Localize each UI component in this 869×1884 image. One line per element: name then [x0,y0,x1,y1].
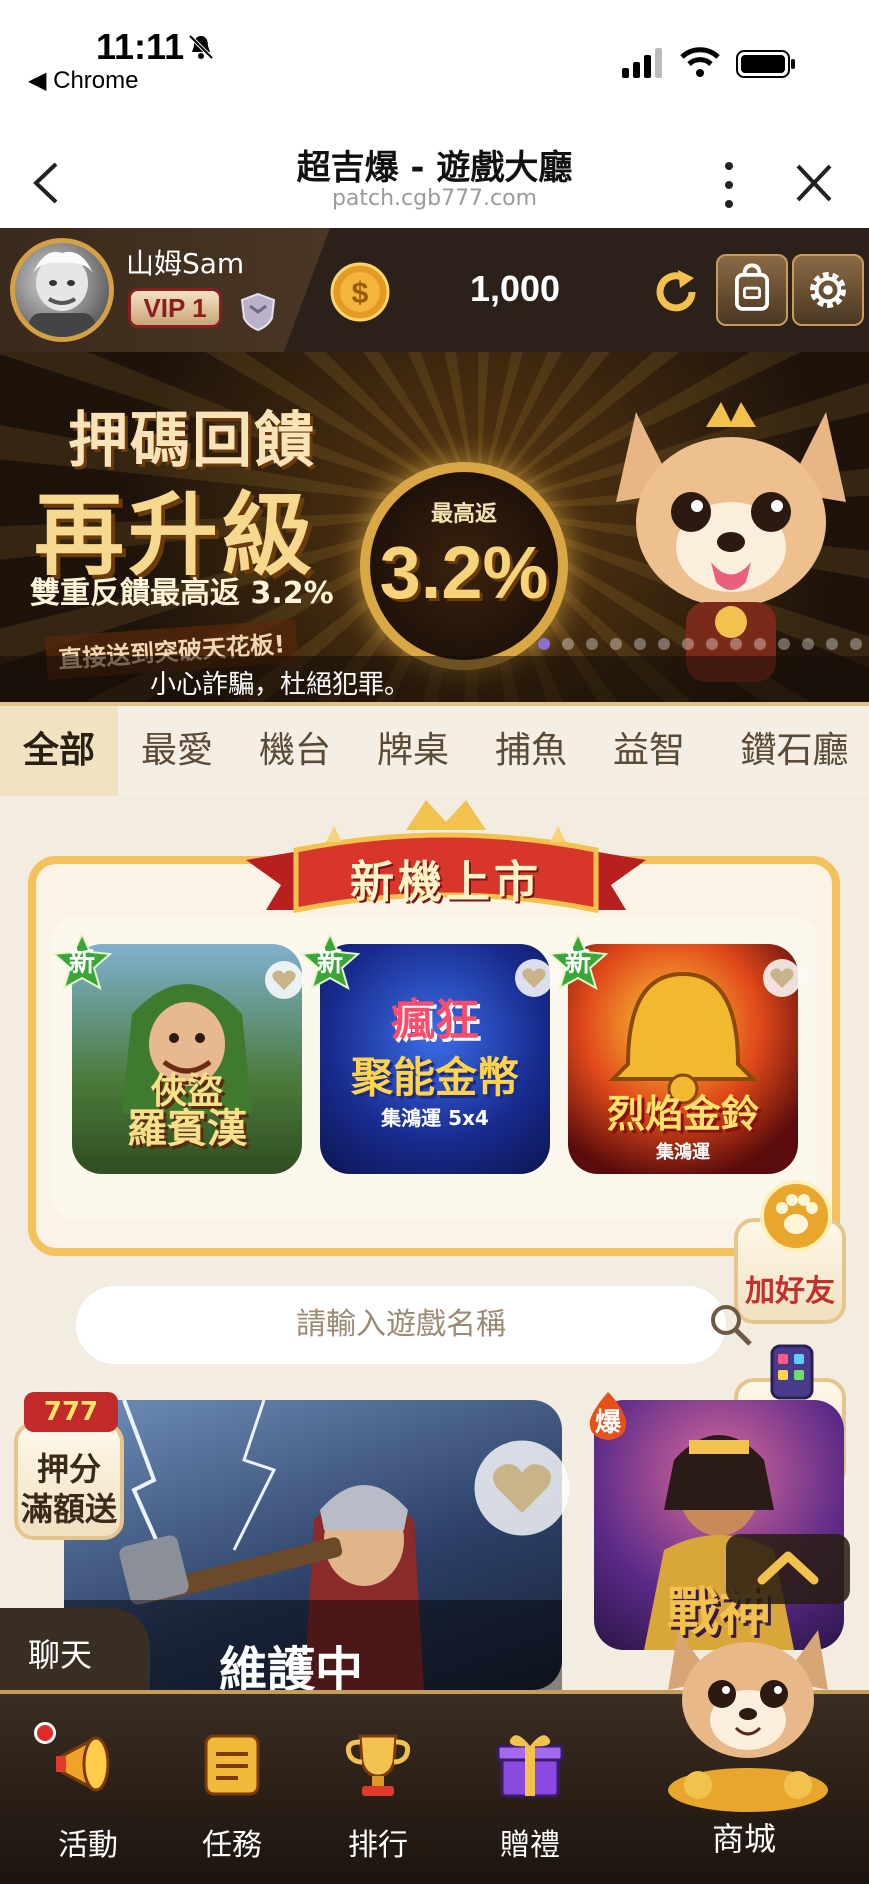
nav-ranking-label: 排行 [348,1828,408,1863]
player-top-bar: 山姆Sam VIP 1 $ 1,000 [0,228,869,352]
nav-shop-label[interactable]: 商城 [684,1814,804,1860]
signal-icon [622,48,662,78]
username: 山姆Sam [126,247,245,280]
back-to-app-link[interactable]: ◀ Chrome [28,66,138,95]
task-scroll-icon [204,1734,260,1796]
bet-bonus-777: 777 [24,1392,118,1432]
svg-text:$: $ [352,277,369,310]
favorite-heart-icon[interactable] [762,958,802,998]
game-card-crazy-coins-title-2: 聚能金幣 [350,1053,519,1102]
game-card-robin-hood-title-2: 羅賓漢 [127,1106,247,1152]
game-card-flame-bell-sub: 集鴻運 [656,1142,710,1163]
close-icon[interactable] [794,160,834,206]
nav-gifts-label: 贈禮 [500,1828,560,1863]
coin-balance: 1,000 [469,268,561,309]
nav-tasks-label: 任務 [202,1828,262,1863]
banner-pagination[interactable] [538,638,869,650]
tab-diamond-hall[interactable]: 鑽石廳 [720,706,869,796]
shield-icon[interactable] [240,292,276,332]
tab-puzzle[interactable]: 益智 [590,706,708,796]
search-icon[interactable] [706,1300,754,1348]
tab-tables[interactable]: 牌桌 [354,706,472,796]
new-tag-1-label: 新 [68,948,95,978]
search-placeholder: 請輸入遊戲名稱 [296,1307,506,1342]
favorite-heart-icon[interactable] [472,1438,572,1538]
battery-icon [736,50,795,78]
category-tabs: 全部 最愛 機台 牌桌 捕魚 益智 鑽石廳 [0,702,869,796]
bet-bonus-button[interactable]: 777 押分 滿額送 [14,1392,124,1540]
new-tag-1: 新 [51,931,113,992]
game-card-crazy-coins-sub: 集鴻運 5x4 [381,1106,489,1130]
more-menu-icon[interactable] [714,156,744,214]
search-input[interactable]: 請輸入遊戲名稱 [76,1286,726,1364]
refresh-icon[interactable] [652,268,700,316]
gear-icon [810,272,846,308]
hot-tag-label: 爆 [594,1408,621,1438]
favorite-heart-icon[interactable] [264,960,304,1000]
announcement-text: 小心詐騙，杜絕犯罪。 [150,670,411,700]
banner-subline: 雙重反饋最高返 3.2% [30,576,334,611]
promo-banner[interactable]: 押碼回饋 再升級 雙重反饋最高返 3.2% 直接送到突破天花板! 最高返 3.2… [0,352,869,702]
backpack-icon [735,263,769,311]
rebate-badge-value: 3.2% [379,531,549,614]
new-tag-2: 新 [299,931,361,992]
new-games-title: 新機上市 [350,857,542,908]
rebate-badge-label: 最高返 [430,502,497,527]
nav-gifts[interactable]: 贈禮 [470,1724,590,1874]
nav-events[interactable]: 活動 [28,1724,148,1874]
scroll-to-top-button[interactable] [726,1534,850,1604]
tab-all[interactable]: 全部 [0,706,118,796]
settings-button[interactable] [792,254,864,326]
game-card-flame-bell-title: 烈焰金鈴 [606,1092,759,1136]
nav-events-label: 活動 [58,1828,118,1863]
nav-tasks[interactable]: 任務 [172,1724,292,1874]
announcement-marquee: 小心詐騙，杜絕犯罪。 [0,656,869,702]
browser-bar: 超吉爆 - 遊戲大廳 patch.cgb777.com [0,120,869,228]
tab-fishing[interactable]: 捕魚 [472,706,590,796]
hot-tag: 爆 [582,1390,634,1442]
new-tag-2-label: 新 [316,948,343,978]
new-tag-3: 新 [547,931,609,992]
status-time: 11:11 [96,26,185,67]
nav-ranking[interactable]: 排行 [318,1724,438,1874]
phone-icon [770,1344,814,1400]
tab-favorites[interactable]: 最愛 [118,706,236,796]
chat-label: 聊天 [28,1636,93,1674]
tab-slots[interactable]: 機台 [236,706,354,796]
bell-muted-icon [188,34,214,60]
vip-badge[interactable]: VIP 1 [128,288,222,328]
bet-bonus-label-2: 滿額送 [20,1490,117,1528]
wifi-icon [680,47,720,77]
gift-box-icon [496,1735,564,1798]
backpack-button[interactable] [716,254,788,326]
avatar[interactable] [10,238,114,342]
chevron-up-icon [757,1551,819,1585]
coin-icon: $ [330,262,390,322]
chat-button[interactable]: 聊天 [0,1608,150,1692]
megaphone-icon [56,1736,110,1792]
status-bar: 11:11 ◀ Chrome [0,0,869,120]
paw-icon [760,1180,832,1252]
new-tag-3-label: 新 [564,948,591,978]
shop-mascot-icon[interactable] [648,1600,848,1820]
trophy-icon [345,1734,411,1796]
